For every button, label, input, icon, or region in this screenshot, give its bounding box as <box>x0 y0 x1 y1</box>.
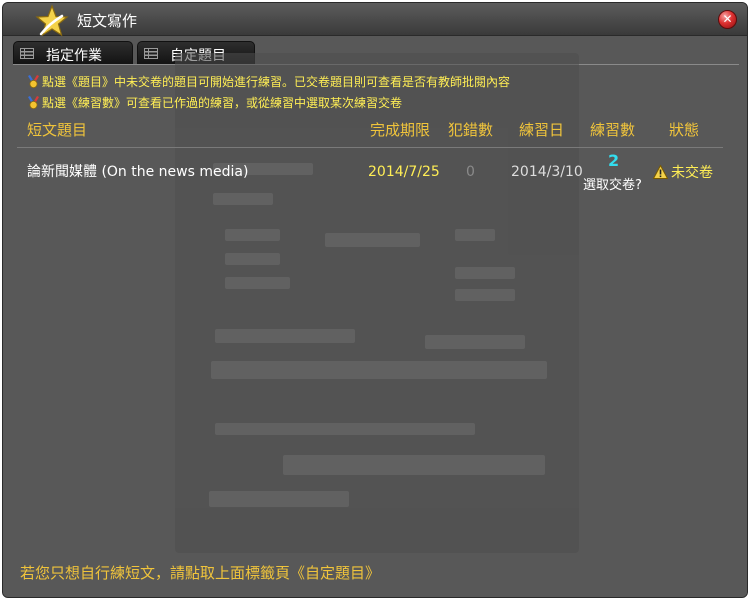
column-header-errors: 犯錯數 <box>448 121 494 139</box>
errors-cell: 0 <box>466 164 475 180</box>
window-title: 短文寫作 <box>77 12 138 30</box>
essay-writing-window: 短文寫作 ✕ 指定作業 點選《題目》中未交卷的題目可開始進行練習。已交卷題目則可… <box>2 2 748 598</box>
column-header-deadline: 完成期限 <box>370 121 431 139</box>
warning-icon <box>653 165 668 179</box>
header-divider <box>17 147 723 148</box>
practice-date-cell: 2014/3/10 <box>511 164 583 180</box>
medal-icon <box>28 75 39 88</box>
title-bar: 短文寫作 ✕ <box>3 3 747 37</box>
topic-link[interactable]: 論新聞媒體 (On the news media) <box>27 161 248 181</box>
hint-text: 點選《練習數》可查看已作過的練習，或從練習中選取某次練習交卷 <box>42 96 403 110</box>
hint-line-count: 點選《練習數》可查看已作過的練習，或從練習中選取某次練習交卷 <box>27 94 402 111</box>
assignment-panel: 點選《題目》中未交卷的題目可開始進行練習。已交卷題目則可查看是否有教師批閱內容 … <box>3 53 747 597</box>
column-header-practice-date: 練習日 <box>519 121 565 139</box>
column-header-practice-count: 練習數 <box>590 121 636 139</box>
select-submit-link[interactable]: 選取交卷? <box>583 174 642 193</box>
footer-hint: 若您只想自行練短文，請點取上面標籤頁《自定題目》 <box>20 564 381 582</box>
close-icon: ✕ <box>722 12 733 26</box>
column-header-topic: 短文題目 <box>27 121 88 139</box>
status-label: 未交卷 <box>671 165 713 181</box>
table-icon <box>144 48 158 59</box>
deadline-cell: 2014/7/25 <box>368 164 440 180</box>
practice-count-link[interactable]: 2 <box>608 151 619 170</box>
medal-icon <box>28 96 39 109</box>
close-button[interactable]: ✕ <box>718 10 737 29</box>
hint-line-topic: 點選《題目》中未交卷的題目可開始進行練習。已交卷題目則可查看是否有教師批閱內容 <box>27 73 510 90</box>
status-not-submitted[interactable]: 未交卷 <box>653 162 713 182</box>
tab-assigned-work[interactable]: 指定作業 <box>13 41 133 65</box>
column-header-status: 狀態 <box>669 121 700 139</box>
star-icon <box>35 4 69 37</box>
table-icon <box>20 48 34 59</box>
tab-label: 指定作業 <box>46 48 102 64</box>
hint-text: 點選《題目》中未交卷的題目可開始進行練習。已交卷題目則可查看是否有教師批閱內容 <box>42 75 511 89</box>
